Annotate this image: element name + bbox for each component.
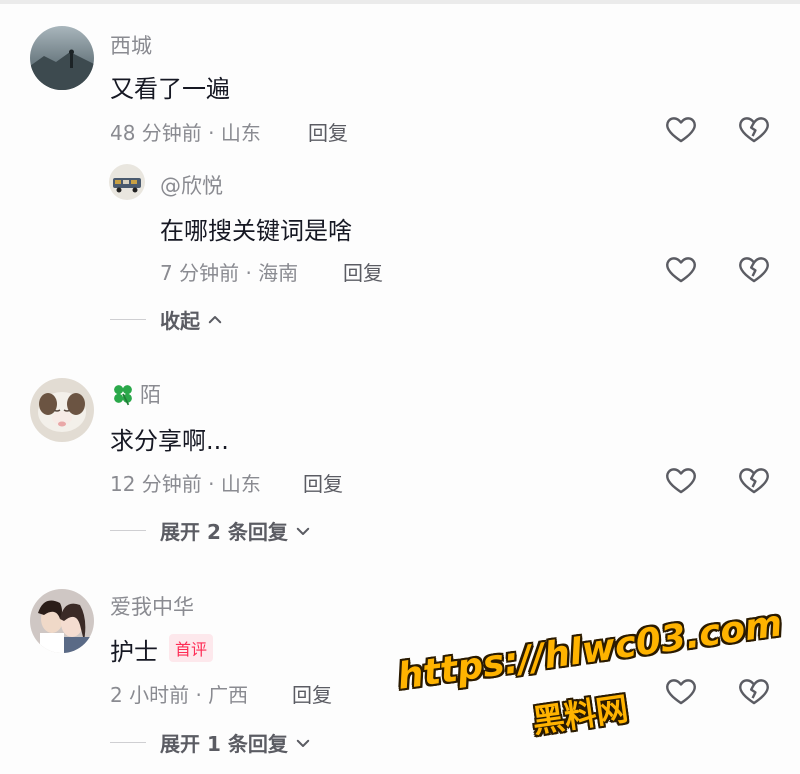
- reply-button[interactable]: 回复: [308, 117, 348, 146]
- broken-heart-icon[interactable]: [737, 112, 771, 146]
- top-divider: [0, 0, 800, 4]
- collapse-replies-button[interactable]: 收起: [110, 305, 224, 334]
- chevron-down-icon: [296, 739, 310, 747]
- username[interactable]: 爱我中华: [110, 591, 194, 621]
- comment-text: 护士: [110, 638, 158, 666]
- comment-meta: 2 小时前 · 广西: [110, 683, 249, 707]
- watermark-name: 黑料网: [530, 689, 631, 741]
- chevron-down-icon: [296, 527, 310, 535]
- reply-button[interactable]: 回复: [303, 468, 343, 497]
- reply-button[interactable]: 回复: [343, 257, 383, 286]
- heart-outline-icon[interactable]: [664, 252, 698, 286]
- comment-meta: 7 分钟前 · 海南: [160, 261, 299, 285]
- chevron-up-icon: [208, 315, 222, 323]
- heart-outline-icon[interactable]: [664, 112, 698, 146]
- comment-meta: 48 分钟前 · 山东: [110, 121, 261, 145]
- collapse-label: 收起: [160, 309, 200, 333]
- broken-heart-icon[interactable]: [737, 463, 771, 497]
- comment-text: 在哪搜关键词是啥: [160, 217, 352, 245]
- broken-heart-icon[interactable]: [737, 674, 771, 708]
- avatar[interactable]: [30, 378, 94, 442]
- divider: [110, 319, 146, 320]
- heart-outline-icon[interactable]: [664, 674, 698, 708]
- four-leaf-clover-icon: [114, 385, 132, 406]
- username[interactable]: 西城: [110, 30, 152, 60]
- expand-replies-button[interactable]: 展开 2 条回复: [110, 516, 312, 545]
- expand-label: 展开 2 条回复: [160, 520, 288, 544]
- reply-button[interactable]: 回复: [292, 679, 332, 708]
- comment-text: 求分享啊...: [110, 427, 229, 455]
- avatar[interactable]: [30, 589, 94, 653]
- watermark-url: https://hlwc03.com: [395, 603, 785, 698]
- avatar[interactable]: [30, 26, 94, 90]
- heart-outline-icon[interactable]: [664, 463, 698, 497]
- comment-meta: 12 分钟前 · 山东: [110, 472, 261, 496]
- comment-text: 又看了一遍: [110, 75, 230, 103]
- expand-replies-button[interactable]: 展开 1 条回复: [110, 728, 312, 757]
- divider: [110, 742, 146, 743]
- broken-heart-icon[interactable]: [737, 252, 771, 286]
- username[interactable]: 陌: [110, 379, 161, 409]
- divider: [110, 530, 146, 531]
- username-text: 陌: [140, 383, 161, 407]
- avatar[interactable]: [109, 164, 145, 200]
- expand-label: 展开 1 条回复: [160, 732, 288, 756]
- username[interactable]: @欣悦: [160, 170, 223, 200]
- first-comment-badge: 首评: [169, 634, 214, 662]
